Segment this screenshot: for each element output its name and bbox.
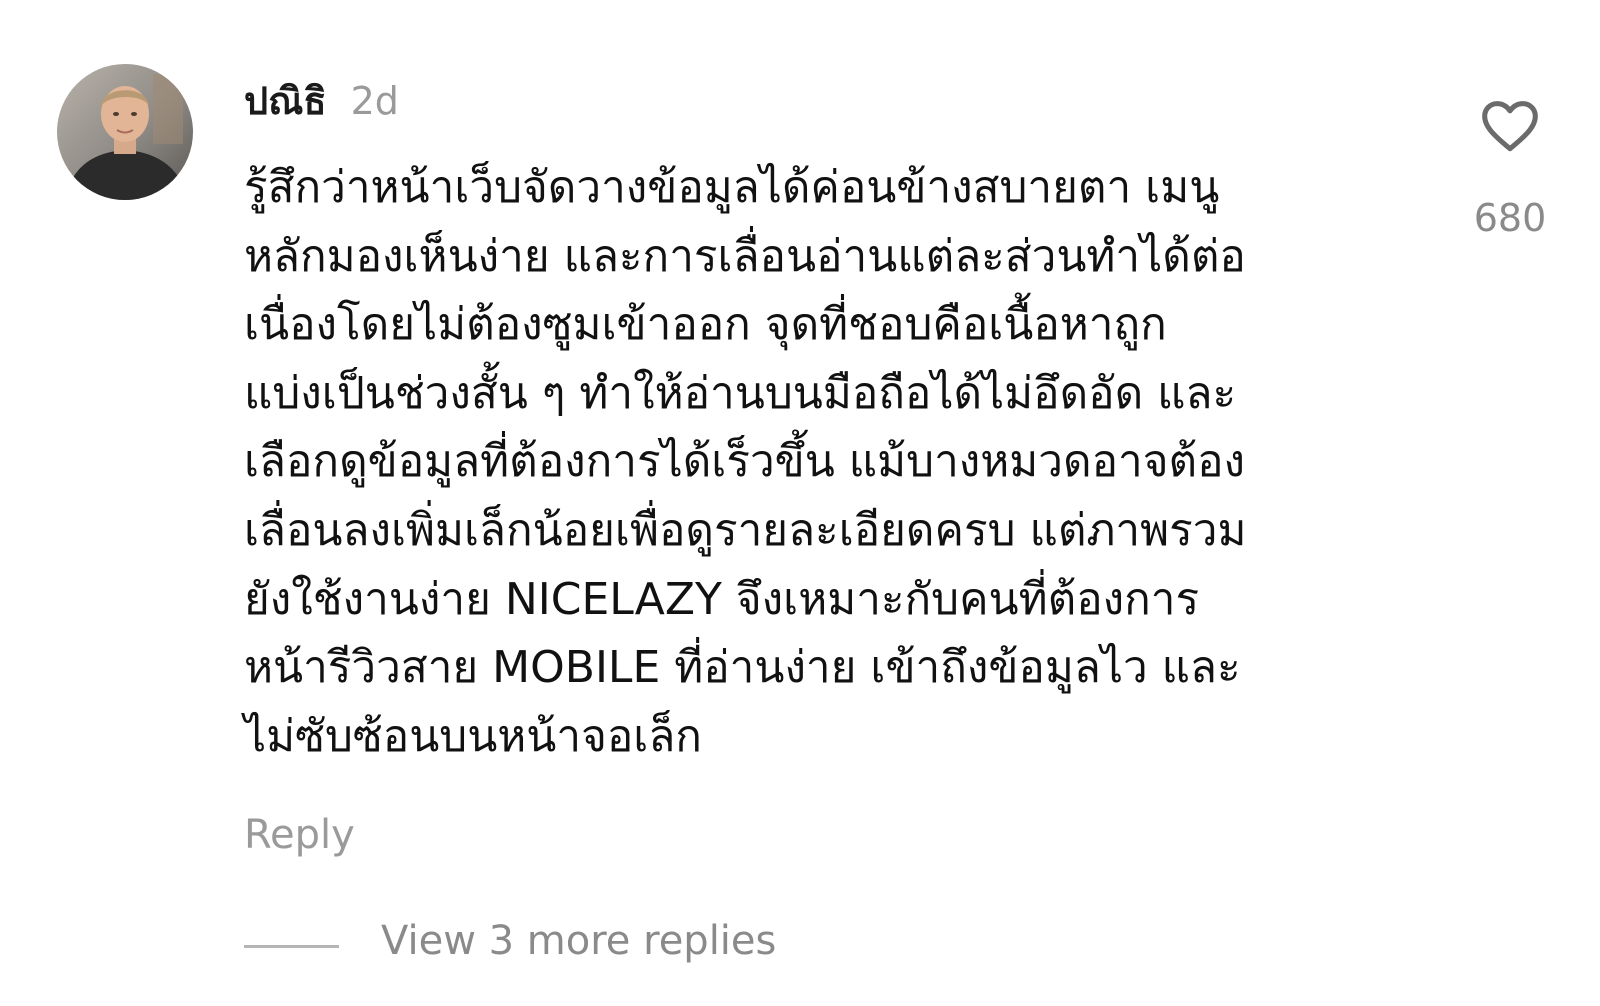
- heart-outline-icon: [1482, 101, 1538, 152]
- comment-line: หน้ารีวิวสาย MOBILE ที่อ่านง่าย เข้าถึงข…: [244, 642, 1241, 694]
- reply-button[interactable]: Reply: [244, 812, 355, 858]
- comment-line: รู้สึกว่าหน้าเว็บจัดวางข้อมูลได้ค่อนข้าง…: [244, 162, 1220, 213]
- comment-line: แบ่งเป็นช่วงสั้น ๆ ทำให้อ่านบนมือถือได้ไ…: [244, 367, 1237, 419]
- like-count: 680: [1473, 196, 1547, 240]
- view-more-replies-button[interactable]: View 3 more replies: [381, 918, 776, 964]
- comment-line: เลื่อนลงเพิ่มเล็กน้อยเพื่อดูรายละเอียดคร…: [244, 504, 1247, 556]
- comment-header: ปณิธิ 2d: [244, 70, 399, 130]
- comment-line: หลักมองเห็นง่าย และการเลื่อนอ่านแต่ละส่ว…: [244, 230, 1246, 282]
- replies-divider: [244, 945, 339, 948]
- timestamp: 2d: [350, 79, 399, 123]
- comment-card: ปณิธิ 2d รู้สึกว่าหน้าเว็บจัดวางข้อมูลได…: [0, 0, 1600, 1006]
- comment-text: รู้สึกว่าหน้าเว็บจัดวางข้อมูลได้ค่อนข้าง…: [244, 154, 1414, 771]
- comment-line: เนื่องโดยไม่ต้องซูมเข้าออก จุดที่ชอบคือเ…: [244, 299, 1167, 351]
- comment-line: เลือกดูข้อมูลที่ต้องการได้เร็วขึ้น แม้บา…: [244, 436, 1245, 488]
- username[interactable]: ปณิธิ: [244, 70, 327, 131]
- comment-line: ยังใช้งานง่าย NICELAZY จึงเหมาะกับคนที่ต…: [244, 573, 1200, 625]
- avatar[interactable]: [57, 64, 193, 200]
- comment-line: ไม่ซับซ้อนบนหน้าจอเล็ก: [244, 710, 702, 762]
- like-button[interactable]: [1476, 94, 1544, 158]
